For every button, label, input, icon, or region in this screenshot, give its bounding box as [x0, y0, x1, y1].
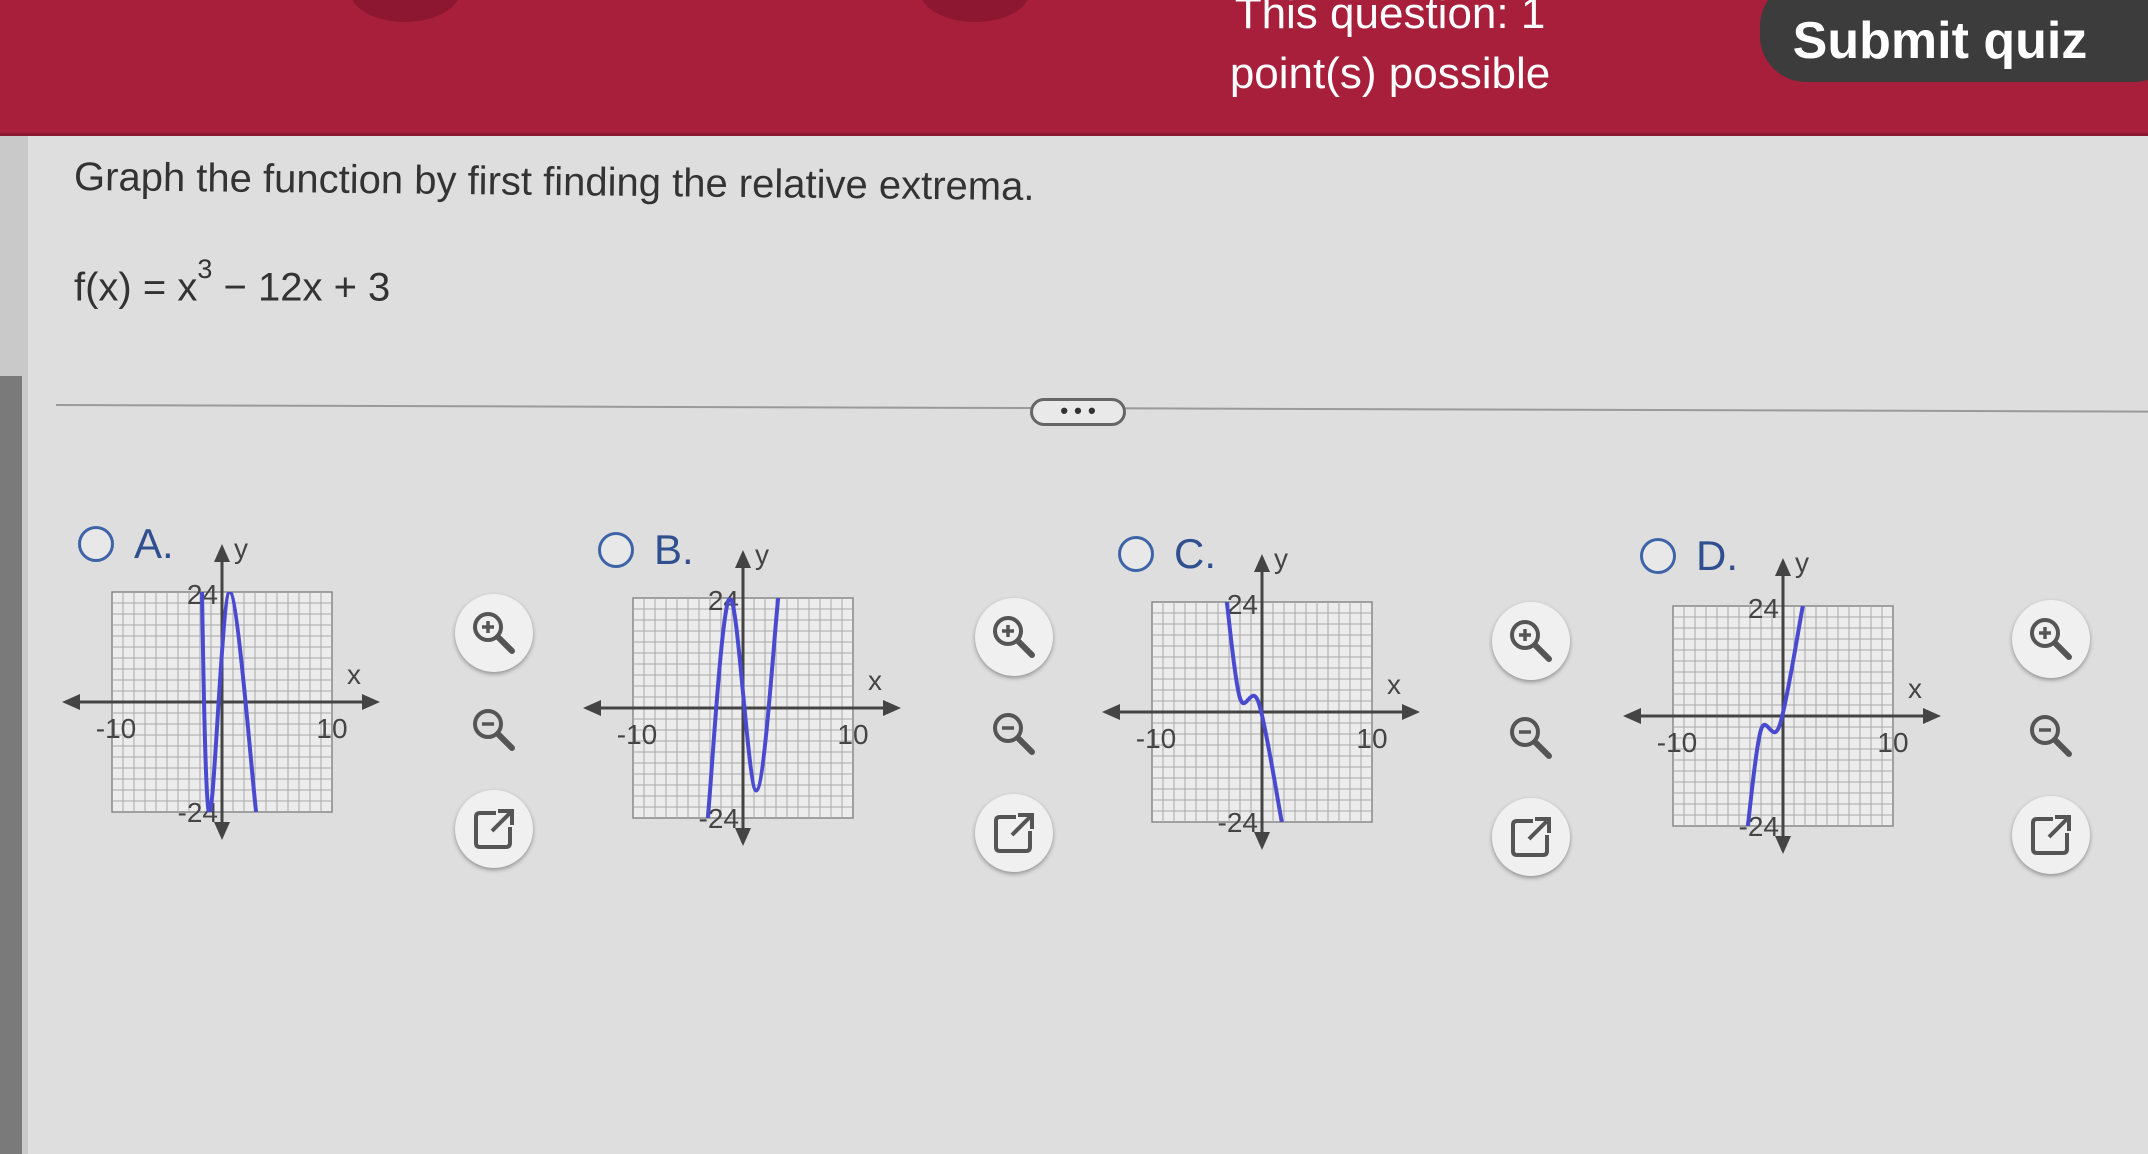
- x-max-tick-label: 10: [316, 713, 347, 744]
- option-a[interactable]: A. y x 24 -24 -10 10: [62, 520, 578, 946]
- left-edge-shadow: [0, 376, 22, 1154]
- formula-suffix: − 12x + 3: [212, 265, 391, 310]
- quiz-header: This question: 1 point(s) possible Submi…: [0, 0, 2148, 136]
- zoom-out-button[interactable]: [1492, 699, 1570, 777]
- option-d[interactable]: D. y x 24 -24 -10 10: [1623, 532, 2140, 958]
- y-min-tick-label: -24: [1218, 807, 1258, 838]
- zoom-in-button[interactable]: [2012, 600, 2090, 678]
- formula-prefix: f(x) = x: [74, 265, 198, 310]
- y-axis-label: y: [755, 539, 769, 570]
- x-axis-label: x: [1908, 673, 1922, 704]
- y-max-tick-label: 24: [1748, 593, 1779, 624]
- option-b[interactable]: B. y x 24 -24 -10 10: [583, 526, 1098, 952]
- y-min-tick-label: -24: [699, 803, 739, 834]
- formula-exponent: 3: [197, 254, 213, 284]
- open-graph-button[interactable]: [455, 790, 533, 868]
- option-c[interactable]: C. y x 24 -24 -10 10: [1102, 530, 1618, 956]
- y-axis-label: y: [1274, 543, 1288, 574]
- option-graph-container[interactable]: y x 24 -24 -10 10: [56, 530, 386, 850]
- zoom-in-button[interactable]: [1492, 602, 1570, 680]
- y-max-tick-label: 24: [1227, 589, 1258, 620]
- option-graph: yx24-24-10 10: [583, 539, 901, 846]
- x-max-tick-label: 10: [1877, 727, 1908, 758]
- option-graph: y x 24 -24 -10 10: [1623, 547, 1941, 854]
- zoom-out-button[interactable]: [455, 691, 533, 769]
- header-tab-shadow: [920, 0, 1030, 22]
- x-axis-label: x: [1387, 669, 1401, 700]
- option-graph: y x 24 -24 -10 10: [1102, 543, 1420, 850]
- zoom-out-button[interactable]: [975, 695, 1053, 773]
- zoom-out-button[interactable]: [2012, 697, 2090, 775]
- x-min-tick-label: -10: [1136, 723, 1176, 754]
- option-graph-container[interactable]: y x 24 -24 -10 10: [1617, 544, 1947, 864]
- external-link-icon: [994, 813, 1034, 853]
- option-graph: yx24-24-10 10: [62, 533, 380, 840]
- open-graph-button[interactable]: [1492, 798, 1570, 876]
- x-axis-label: x: [868, 665, 882, 696]
- x-max-tick-label: 10: [1356, 723, 1387, 754]
- x-min-tick-label: -10: [96, 713, 136, 744]
- zoom-in-icon: [473, 612, 515, 654]
- zoom-out-icon: [993, 713, 1035, 755]
- zoom-in-icon: [2030, 618, 2072, 660]
- zoom-out-icon: [473, 709, 515, 751]
- external-link-icon: [1511, 817, 1551, 857]
- more-options-button[interactable]: • • •: [1030, 398, 1126, 426]
- y-axis-label: y: [234, 533, 248, 564]
- x-min-tick-label: -10: [617, 719, 657, 750]
- zoom-out-icon: [2030, 715, 2072, 757]
- function-formula: f(x) = x3 − 12x + 3: [74, 254, 391, 310]
- x-min-tick-label: -10: [1657, 727, 1697, 758]
- external-link-icon: [474, 809, 514, 849]
- option-graph-container[interactable]: y x 24 -24 -10 10: [577, 536, 907, 856]
- points-label: point(s) possible: [1229, 49, 1551, 98]
- option-graph-container[interactable]: y x 24 -24 -10 10: [1096, 540, 1426, 860]
- open-graph-button[interactable]: [975, 794, 1053, 872]
- submit-quiz-button[interactable]: Submit quiz: [1760, 0, 2148, 82]
- x-axis-label: x: [347, 659, 361, 690]
- zoom-in-icon: [993, 616, 1035, 658]
- left-edge: [0, 136, 28, 1154]
- zoom-in-button[interactable]: [455, 594, 533, 672]
- y-min-tick-label: -24: [1739, 811, 1779, 842]
- zoom-in-button[interactable]: [975, 598, 1053, 676]
- external-link-icon: [2031, 815, 2071, 855]
- y-axis-label: y: [1795, 547, 1809, 578]
- open-graph-button[interactable]: [2012, 796, 2090, 874]
- question-points-info: This question: 1 point(s) possible: [1180, 0, 1600, 104]
- header-tab-shadow: [350, 0, 460, 22]
- zoom-in-icon: [1510, 620, 1552, 662]
- question-label: This question: 1: [1234, 0, 1546, 38]
- zoom-out-icon: [1510, 717, 1552, 759]
- x-max-tick-label: 10: [837, 719, 868, 750]
